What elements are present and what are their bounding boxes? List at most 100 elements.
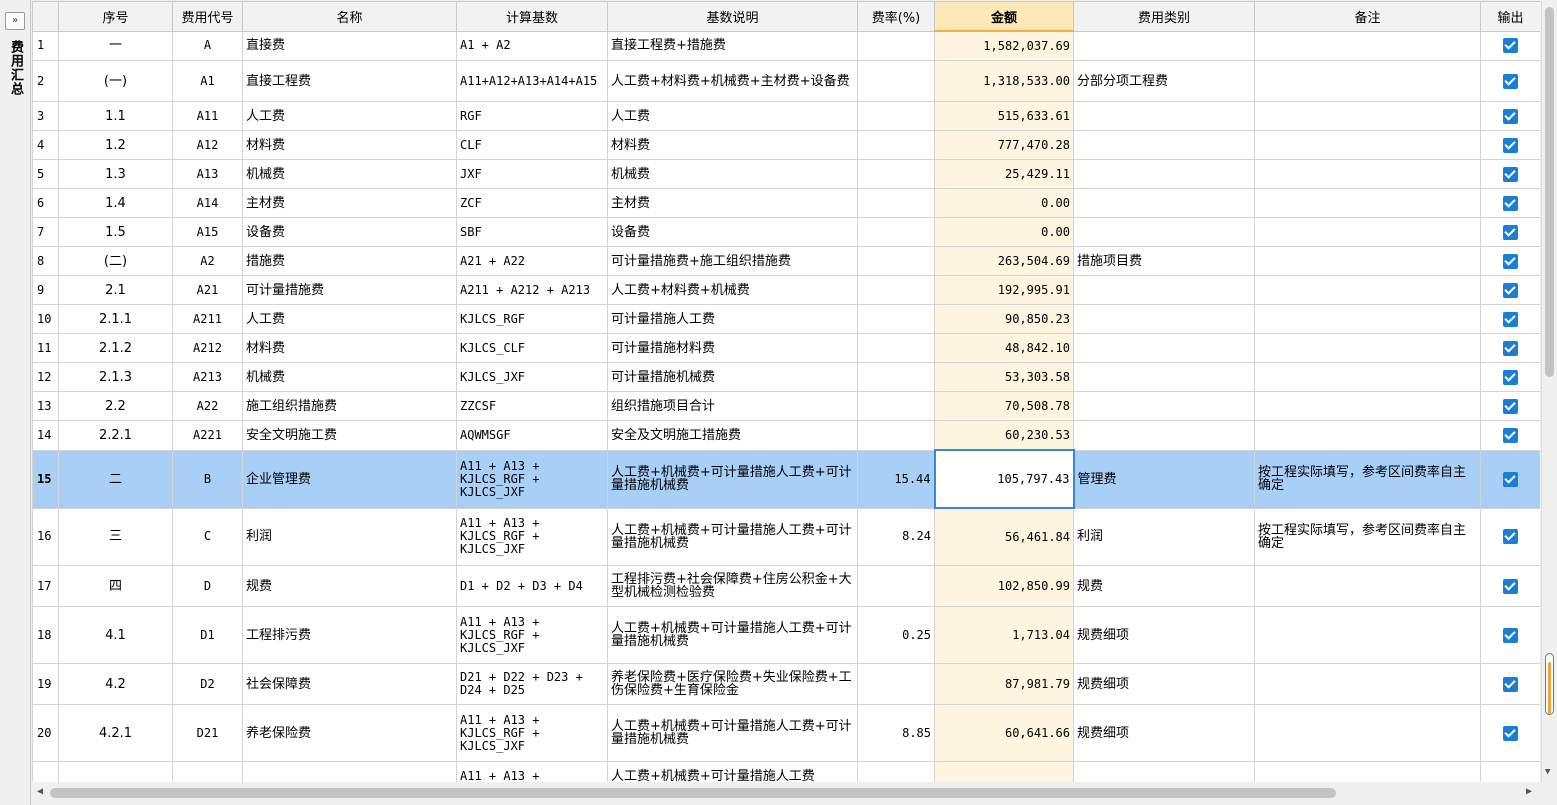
code-cell[interactable]: B	[172, 449, 243, 509]
amount-cell[interactable]: 1,713.04	[934, 606, 1074, 664]
base-cell[interactable]: D1 + D2 + D3 + D4	[456, 565, 608, 607]
name-cell[interactable]: 直接工程费	[242, 60, 457, 102]
name-cell[interactable]: 施工组织措施费	[242, 391, 457, 421]
rate-cell[interactable]	[857, 362, 935, 392]
note-cell[interactable]: 按工程实际填写，参考区间费率自主确定	[1254, 449, 1481, 509]
seq-cell[interactable]: 四	[58, 565, 173, 607]
rate-cell[interactable]	[857, 130, 935, 160]
table-row[interactable]: 9 2.1 A21 可计量措施费 A211 + A212 + A213 人工费+材料费+机…	[32, 275, 1540, 305]
note-cell[interactable]	[1254, 362, 1481, 392]
name-cell[interactable]: 主材费	[242, 188, 457, 218]
desc-cell[interactable]: 组织措施项目合计	[607, 391, 858, 421]
amount-cell[interactable]: 87,981.79	[934, 663, 1074, 705]
rate-cell[interactable]	[857, 304, 935, 334]
category-cell[interactable]	[1073, 304, 1255, 334]
output-checkbox[interactable]	[1503, 282, 1518, 298]
table-row[interactable]: 6 1.4 A14 主材费 ZCF 主材费 0.00	[32, 188, 1540, 218]
seq-cell[interactable]: 2.2.1	[58, 420, 173, 451]
base-cell[interactable]: ZZCSF	[456, 391, 608, 421]
name-cell[interactable]: 材料费	[242, 130, 457, 160]
note-cell[interactable]	[1254, 704, 1481, 762]
table-row[interactable]: 5 1.3 A13 机械费 JXF 机械费 25,429.11	[32, 159, 1540, 189]
output-checkbox[interactable]	[1503, 195, 1518, 211]
seq-cell[interactable]: (一)	[58, 60, 173, 102]
scroll-right-arrow-icon[interactable]: ▶	[1526, 786, 1532, 797]
note-cell[interactable]	[1254, 606, 1481, 664]
desc-cell[interactable]: 养老保险费+医疗保险费+失业保险费+工伤保险费+生育保险金	[607, 663, 858, 705]
desc-cell[interactable]: 可计量措施材料费	[607, 333, 858, 363]
amount-cell[interactable]	[934, 761, 1074, 782]
output-checkbox[interactable]	[1503, 253, 1518, 269]
code-cell[interactable]: D21	[172, 704, 243, 762]
seq-cell[interactable]: 2.1.1	[58, 304, 173, 334]
code-cell[interactable]	[172, 761, 243, 782]
code-cell[interactable]: A15	[172, 217, 243, 247]
note-cell[interactable]	[1254, 761, 1481, 782]
base-cell[interactable]: JXF	[456, 159, 608, 189]
rate-cell[interactable]	[857, 101, 935, 131]
amount-cell[interactable]: 263,504.69	[934, 246, 1074, 276]
seq-cell[interactable]: 二	[58, 449, 173, 509]
table-row[interactable]: 17 四 D 规费 D1 + D2 + D3 + D4 工程排污费+社会保障费+住房公积金…	[32, 565, 1540, 607]
code-cell[interactable]: A212	[172, 333, 243, 363]
name-cell[interactable]: 人工费	[242, 101, 457, 131]
rate-cell[interactable]	[857, 30, 935, 61]
amount-cell[interactable]: 90,850.23	[934, 304, 1074, 334]
note-cell[interactable]	[1254, 101, 1481, 131]
col-header-rate[interactable]: 费率(%)	[857, 1, 935, 32]
amount-cell[interactable]: 0.00	[934, 217, 1074, 247]
table-row[interactable]: 8 (二) A2 措施费 A21 + A22 可计量措施费+施工组织措施费 263,504.…	[32, 246, 1540, 276]
rate-cell[interactable]	[857, 246, 935, 276]
desc-cell[interactable]: 材料费	[607, 130, 858, 160]
name-cell[interactable]: 设备费	[242, 217, 457, 247]
code-cell[interactable]: A14	[172, 188, 243, 218]
base-cell[interactable]: ZCF	[456, 188, 608, 218]
seq-cell[interactable]: 1.5	[58, 217, 173, 247]
desc-cell[interactable]: 可计量措施人工费	[607, 304, 858, 334]
seq-cell[interactable]: 1.1	[58, 101, 173, 131]
col-header-category[interactable]: 费用类别	[1073, 1, 1255, 32]
amount-cell[interactable]: 56,461.84	[934, 507, 1074, 566]
table-row[interactable]: 10 2.1.1 A211 人工费 KJLCS_RGF 可计量措施人工费 90,850.23	[32, 304, 1540, 334]
name-cell[interactable]: 工程排污费	[242, 606, 457, 664]
output-checkbox[interactable]	[1503, 529, 1518, 545]
base-cell[interactable]: KJLCS_RGF	[456, 304, 608, 334]
desc-cell[interactable]: 人工费+材料费+机械费+主材费+设备费	[607, 60, 858, 102]
rate-cell[interactable]	[857, 420, 935, 451]
code-cell[interactable]: A11	[172, 101, 243, 131]
base-cell[interactable]: A11+A12+A13+A14+A15	[456, 60, 608, 102]
col-header-amount[interactable]: 金额	[934, 1, 1074, 32]
name-cell[interactable]: 机械费	[242, 362, 457, 392]
code-cell[interactable]: A12	[172, 130, 243, 160]
base-cell[interactable]: KJLCS_JXF	[456, 362, 608, 392]
output-checkbox[interactable]	[1503, 340, 1518, 356]
category-cell[interactable]: 管理费	[1073, 449, 1255, 509]
base-cell[interactable]: CLF	[456, 130, 608, 160]
desc-cell[interactable]: 主材费	[607, 188, 858, 218]
note-cell[interactable]	[1254, 246, 1481, 276]
vertical-scroll-thumb[interactable]	[1545, 7, 1554, 377]
note-cell[interactable]	[1254, 130, 1481, 160]
name-cell[interactable]: 企业管理费	[242, 449, 457, 509]
table-row[interactable]: 14 2.2.1 A221 安全文明施工费 AQWMSGF 安全及文明施工措施费 60,23…	[32, 420, 1540, 451]
category-cell[interactable]	[1073, 362, 1255, 392]
output-checkbox[interactable]	[1503, 427, 1518, 443]
output-checkbox[interactable]	[1503, 398, 1518, 414]
table-row[interactable]: 7 1.5 A15 设备费 SBF 设备费 0.00	[32, 217, 1540, 247]
seq-cell[interactable]: 三	[58, 507, 173, 566]
base-cell[interactable]: A21 + A22	[456, 246, 608, 276]
category-cell[interactable]	[1073, 130, 1255, 160]
category-cell[interactable]: 分部分项工程费	[1073, 60, 1255, 102]
name-cell[interactable]: 安全文明施工费	[242, 420, 457, 451]
base-cell[interactable]: AQWMSGF	[456, 420, 608, 451]
category-cell[interactable]: 规费细项	[1073, 606, 1255, 664]
col-header-desc[interactable]: 基数说明	[607, 1, 858, 32]
note-cell[interactable]	[1254, 565, 1481, 607]
rate-cell[interactable]	[857, 761, 935, 782]
output-checkbox[interactable]	[1503, 369, 1518, 385]
amount-cell[interactable]: 60,230.53	[934, 420, 1074, 451]
seq-cell[interactable]: 2.2	[58, 391, 173, 421]
amount-cell[interactable]: 1,582,037.69	[934, 30, 1074, 61]
col-header-output[interactable]: 输出	[1480, 1, 1540, 32]
amount-cell[interactable]: 102,850.99	[934, 565, 1074, 607]
